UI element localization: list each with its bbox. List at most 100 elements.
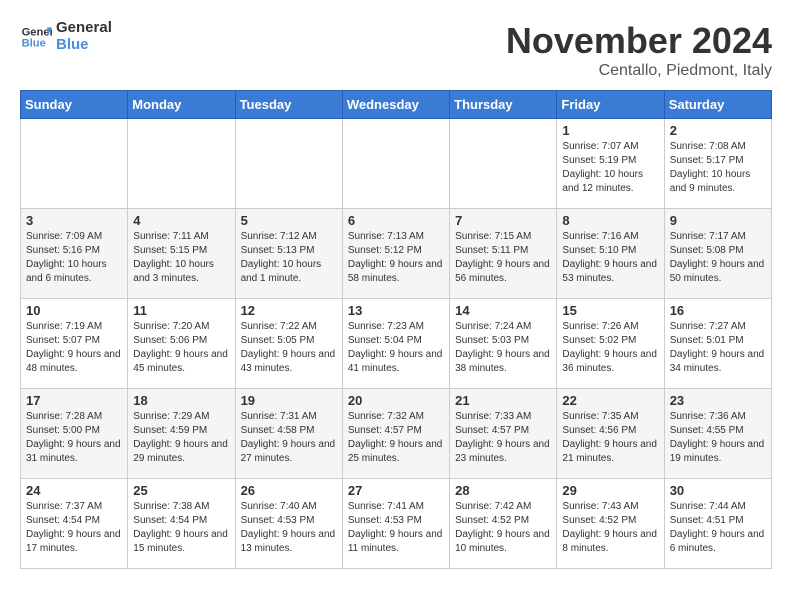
calendar-week-row: 1 Sunrise: 7:07 AMSunset: 5:19 PMDaylight… <box>21 119 772 209</box>
day-info: Sunrise: 7:12 AMSunset: 5:13 PMDaylight:… <box>241 230 337 286</box>
day-number: 28 <box>455 483 551 498</box>
table-row <box>235 119 342 209</box>
table-row: 29 Sunrise: 7:43 AMSunset: 4:52 PMDayligh… <box>557 479 664 569</box>
table-row <box>450 119 557 209</box>
day-info: Sunrise: 7:31 AMSunset: 4:58 PMDaylight:… <box>241 410 337 466</box>
table-row: 5 Sunrise: 7:12 AMSunset: 5:13 PMDaylight… <box>235 209 342 299</box>
location-subtitle: Centallo, Piedmont, Italy <box>506 62 772 80</box>
day-info: Sunrise: 7:43 AMSunset: 4:52 PMDaylight:… <box>562 500 658 556</box>
logo-general: General <box>56 20 112 37</box>
day-info: Sunrise: 7:24 AMSunset: 5:03 PMDaylight:… <box>455 320 551 376</box>
table-row: 24 Sunrise: 7:37 AMSunset: 4:54 PMDayligh… <box>21 479 128 569</box>
day-number: 30 <box>670 483 766 498</box>
day-number: 22 <box>562 393 658 408</box>
day-number: 6 <box>348 213 444 228</box>
table-row: 20 Sunrise: 7:32 AMSunset: 4:57 PMDayligh… <box>342 389 449 479</box>
table-row: 28 Sunrise: 7:42 AMSunset: 4:52 PMDayligh… <box>450 479 557 569</box>
day-number: 27 <box>348 483 444 498</box>
day-number: 25 <box>133 483 229 498</box>
day-number: 1 <box>562 123 658 138</box>
table-row <box>342 119 449 209</box>
day-number: 3 <box>26 213 122 228</box>
calendar-week-row: 17 Sunrise: 7:28 AMSunset: 5:00 PMDayligh… <box>21 389 772 479</box>
day-number: 10 <box>26 303 122 318</box>
day-number: 15 <box>562 303 658 318</box>
day-number: 5 <box>241 213 337 228</box>
day-info: Sunrise: 7:08 AMSunset: 5:17 PMDaylight:… <box>670 140 766 196</box>
table-row: 12Sunrise: 7:22 AMSunset: 5:05 PMDayligh… <box>235 299 342 389</box>
day-number: 16 <box>670 303 766 318</box>
day-info: Sunrise: 7:09 AMSunset: 5:16 PMDaylight:… <box>26 230 122 286</box>
table-row: 16Sunrise: 7:27 AMSunset: 5:01 PMDayligh… <box>664 299 771 389</box>
day-info: Sunrise: 7:15 AMSunset: 5:11 PMDaylight:… <box>455 230 551 286</box>
day-info: Sunrise: 7:35 AMSunset: 4:56 PMDaylight:… <box>562 410 658 466</box>
calendar-week-row: 3 Sunrise: 7:09 AMSunset: 5:16 PMDaylight… <box>21 209 772 299</box>
day-info: Sunrise: 7:40 AMSunset: 4:53 PMDaylight:… <box>241 500 337 556</box>
day-number: 17 <box>26 393 122 408</box>
table-row: 18Sunrise: 7:29 AMSunset: 4:59 PMDayligh… <box>128 389 235 479</box>
day-info: Sunrise: 7:41 AMSunset: 4:53 PMDaylight:… <box>348 500 444 556</box>
day-number: 14 <box>455 303 551 318</box>
table-row: 22 Sunrise: 7:35 AMSunset: 4:56 PMDayligh… <box>557 389 664 479</box>
calendar-header-row: Sunday Monday Tuesday Wednesday Thursday… <box>21 91 772 119</box>
day-number: 12 <box>241 303 337 318</box>
day-number: 8 <box>562 213 658 228</box>
logo-blue: Blue <box>56 37 112 54</box>
day-info: Sunrise: 7:16 AMSunset: 5:10 PMDaylight:… <box>562 230 658 286</box>
table-row: 26Sunrise: 7:40 AMSunset: 4:53 PMDayligh… <box>235 479 342 569</box>
day-number: 24 <box>26 483 122 498</box>
day-info: Sunrise: 7:38 AMSunset: 4:54 PMDaylight:… <box>133 500 229 556</box>
day-number: 7 <box>455 213 551 228</box>
day-info: Sunrise: 7:36 AMSunset: 4:55 PMDaylight:… <box>670 410 766 466</box>
logo: General Blue General Blue <box>20 20 112 53</box>
day-info: Sunrise: 7:37 AMSunset: 4:54 PMDaylight:… <box>26 500 122 556</box>
calendar-week-row: 10 Sunrise: 7:19 AMSunset: 5:07 PMDayligh… <box>21 299 772 389</box>
table-row: 3 Sunrise: 7:09 AMSunset: 5:16 PMDaylight… <box>21 209 128 299</box>
day-number: 2 <box>670 123 766 138</box>
header-thursday: Thursday <box>450 91 557 119</box>
day-info: Sunrise: 7:33 AMSunset: 4:57 PMDaylight:… <box>455 410 551 466</box>
day-info: Sunrise: 7:17 AMSunset: 5:08 PMDaylight:… <box>670 230 766 286</box>
table-row: 1 Sunrise: 7:07 AMSunset: 5:19 PMDaylight… <box>557 119 664 209</box>
table-row <box>128 119 235 209</box>
table-row: 10 Sunrise: 7:19 AMSunset: 5:07 PMDayligh… <box>21 299 128 389</box>
table-row: 19 Sunrise: 7:31 AMSunset: 4:58 PMDayligh… <box>235 389 342 479</box>
calendar-table: Sunday Monday Tuesday Wednesday Thursday… <box>20 90 772 569</box>
calendar-week-row: 24 Sunrise: 7:37 AMSunset: 4:54 PMDayligh… <box>21 479 772 569</box>
day-info: Sunrise: 7:20 AMSunset: 5:06 PMDaylight:… <box>133 320 229 376</box>
table-row: 21 Sunrise: 7:33 AMSunset: 4:57 PMDayligh… <box>450 389 557 479</box>
table-row: 14 Sunrise: 7:24 AMSunset: 5:03 PMDayligh… <box>450 299 557 389</box>
day-number: 19 <box>241 393 337 408</box>
day-info: Sunrise: 7:13 AMSunset: 5:12 PMDaylight:… <box>348 230 444 286</box>
header-friday: Friday <box>557 91 664 119</box>
table-row: 7 Sunrise: 7:15 AMSunset: 5:11 PMDaylight… <box>450 209 557 299</box>
day-info: Sunrise: 7:23 AMSunset: 5:04 PMDaylight:… <box>348 320 444 376</box>
day-info: Sunrise: 7:28 AMSunset: 5:00 PMDaylight:… <box>26 410 122 466</box>
title-section: November 2024 Centallo, Piedmont, Italy <box>506 20 772 80</box>
month-title: November 2024 <box>506 20 772 62</box>
day-info: Sunrise: 7:32 AMSunset: 4:57 PMDaylight:… <box>348 410 444 466</box>
day-info: Sunrise: 7:42 AMSunset: 4:52 PMDaylight:… <box>455 500 551 556</box>
day-number: 21 <box>455 393 551 408</box>
table-row: 25 Sunrise: 7:38 AMSunset: 4:54 PMDayligh… <box>128 479 235 569</box>
day-info: Sunrise: 7:19 AMSunset: 5:07 PMDaylight:… <box>26 320 122 376</box>
day-number: 11 <box>133 303 229 318</box>
day-number: 23 <box>670 393 766 408</box>
header-wednesday: Wednesday <box>342 91 449 119</box>
table-row: 15Sunrise: 7:26 AMSunset: 5:02 PMDayligh… <box>557 299 664 389</box>
table-row: 2 Sunrise: 7:08 AMSunset: 5:17 PMDaylight… <box>664 119 771 209</box>
day-number: 29 <box>562 483 658 498</box>
table-row: 11 Sunrise: 7:20 AMSunset: 5:06 PMDayligh… <box>128 299 235 389</box>
table-row <box>21 119 128 209</box>
table-row: 23 Sunrise: 7:36 AMSunset: 4:55 PMDayligh… <box>664 389 771 479</box>
table-row: 30Sunrise: 7:44 AMSunset: 4:51 PMDayligh… <box>664 479 771 569</box>
day-info: Sunrise: 7:07 AMSunset: 5:19 PMDaylight:… <box>562 140 658 196</box>
day-number: 20 <box>348 393 444 408</box>
header-monday: Monday <box>128 91 235 119</box>
table-row: 27 Sunrise: 7:41 AMSunset: 4:53 PMDayligh… <box>342 479 449 569</box>
table-row: 17 Sunrise: 7:28 AMSunset: 5:00 PMDayligh… <box>21 389 128 479</box>
svg-text:Blue: Blue <box>22 37 46 49</box>
table-row: 6 Sunrise: 7:13 AMSunset: 5:12 PMDaylight… <box>342 209 449 299</box>
logo-icon: General Blue <box>20 21 52 53</box>
header-tuesday: Tuesday <box>235 91 342 119</box>
